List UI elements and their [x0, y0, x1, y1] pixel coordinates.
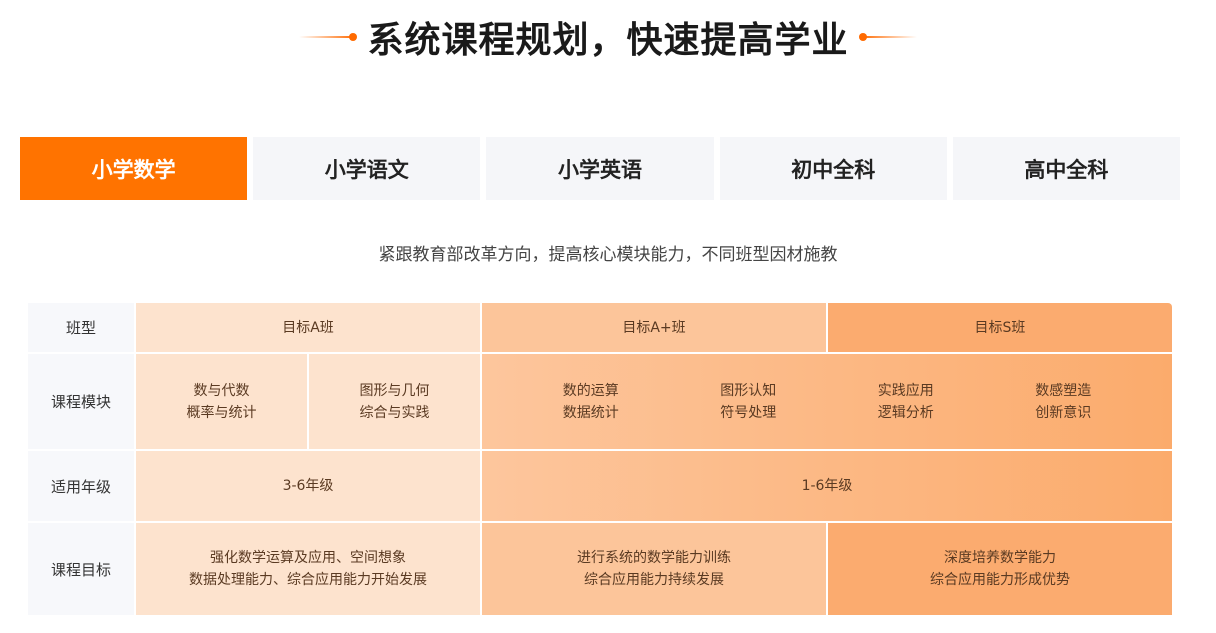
module-text: 综合与实践	[359, 404, 430, 421]
page-title: 系统课程规划，快速提高学业	[367, 20, 849, 61]
section-subtitle: 紧跟教育部改革方向，提高核心模块能力，不同班型因材施教	[378, 245, 838, 265]
goal-text: 数据处理能力、综合应用能力开始发展	[189, 572, 427, 588]
tab-primary-math[interactable]: 小学数学	[20, 137, 248, 200]
row-label: 适用年级	[28, 451, 134, 521]
goal-text: 进行系统的数学能力训练	[577, 550, 731, 566]
title-decoration-right	[858, 33, 917, 41]
module-cell: 图形与几何 综合与实践	[307, 354, 480, 449]
course-table: 班型 目标A班 目标A+班 目标S班 课程模块 数与代数 概率与统计 图形与几何…	[28, 303, 1172, 615]
class-type-a-plus: 目标A+班	[480, 303, 826, 352]
tab-senior-all[interactable]: 高中全科	[952, 137, 1181, 200]
module-item: 实践应用 逻辑分析	[877, 382, 934, 421]
module-item: 图形认知 符号处理	[720, 382, 777, 421]
goal-text: 综合应用能力持续发展	[584, 572, 724, 588]
grade-cell-a: 3-6年级	[134, 451, 480, 521]
tab-junior-all[interactable]: 初中全科	[719, 137, 947, 200]
module-text: 概率与统计	[186, 404, 257, 421]
title-decoration-left	[299, 33, 358, 41]
goal-text: 深度培养数学能力	[944, 550, 1056, 566]
table-row-grades: 适用年级 3-6年级 1-6年级	[28, 451, 1172, 523]
module-cell: 数与代数 概率与统计	[134, 354, 307, 449]
goal-cell-a-plus: 进行系统的数学能力训练 综合应用能力持续发展	[480, 523, 826, 615]
module-item: 数感塑造 创新意识	[1035, 382, 1092, 421]
module-cell-advanced: 数的运算 数据统计 图形认知 符号处理 实践应用 逻辑分析 数感塑造 创新意识	[480, 354, 1172, 449]
class-type-a: 目标A班	[134, 303, 480, 352]
module-text: 图形与几何	[359, 382, 430, 399]
grade-cell-b: 1-6年级	[480, 451, 1172, 521]
module-text: 数与代数	[193, 382, 250, 399]
goal-cell-a: 强化数学运算及应用、空间想象 数据处理能力、综合应用能力开始发展	[134, 523, 480, 615]
class-type-s: 目标S班	[826, 303, 1172, 352]
section-header: 系统课程规划，快速提高学业	[0, 12, 1216, 62]
table-row-goals: 课程目标 强化数学运算及应用、空间想象 数据处理能力、综合应用能力开始发展 进行…	[28, 523, 1172, 615]
row-label: 班型	[28, 303, 134, 352]
tab-primary-chinese[interactable]: 小学语文	[253, 137, 481, 200]
row-label: 课程模块	[28, 354, 134, 449]
goal-text: 强化数学运算及应用、空间想象	[210, 550, 406, 566]
goal-text: 综合应用能力形成优势	[930, 572, 1070, 588]
table-row-class-type: 班型 目标A班 目标A+班 目标S班	[28, 303, 1172, 354]
goal-cell-s: 深度培养数学能力 综合应用能力形成优势	[826, 523, 1172, 615]
table-row-modules: 课程模块 数与代数 概率与统计 图形与几何 综合与实践 数的运算 数据统计 图形…	[28, 354, 1172, 451]
row-label: 课程目标	[28, 523, 134, 615]
module-item: 数的运算 数据统计	[562, 382, 619, 421]
subject-tabs: 小学数学 小学语文 小学英语 初中全科 高中全科	[20, 137, 1181, 200]
tab-primary-english[interactable]: 小学英语	[486, 137, 714, 200]
